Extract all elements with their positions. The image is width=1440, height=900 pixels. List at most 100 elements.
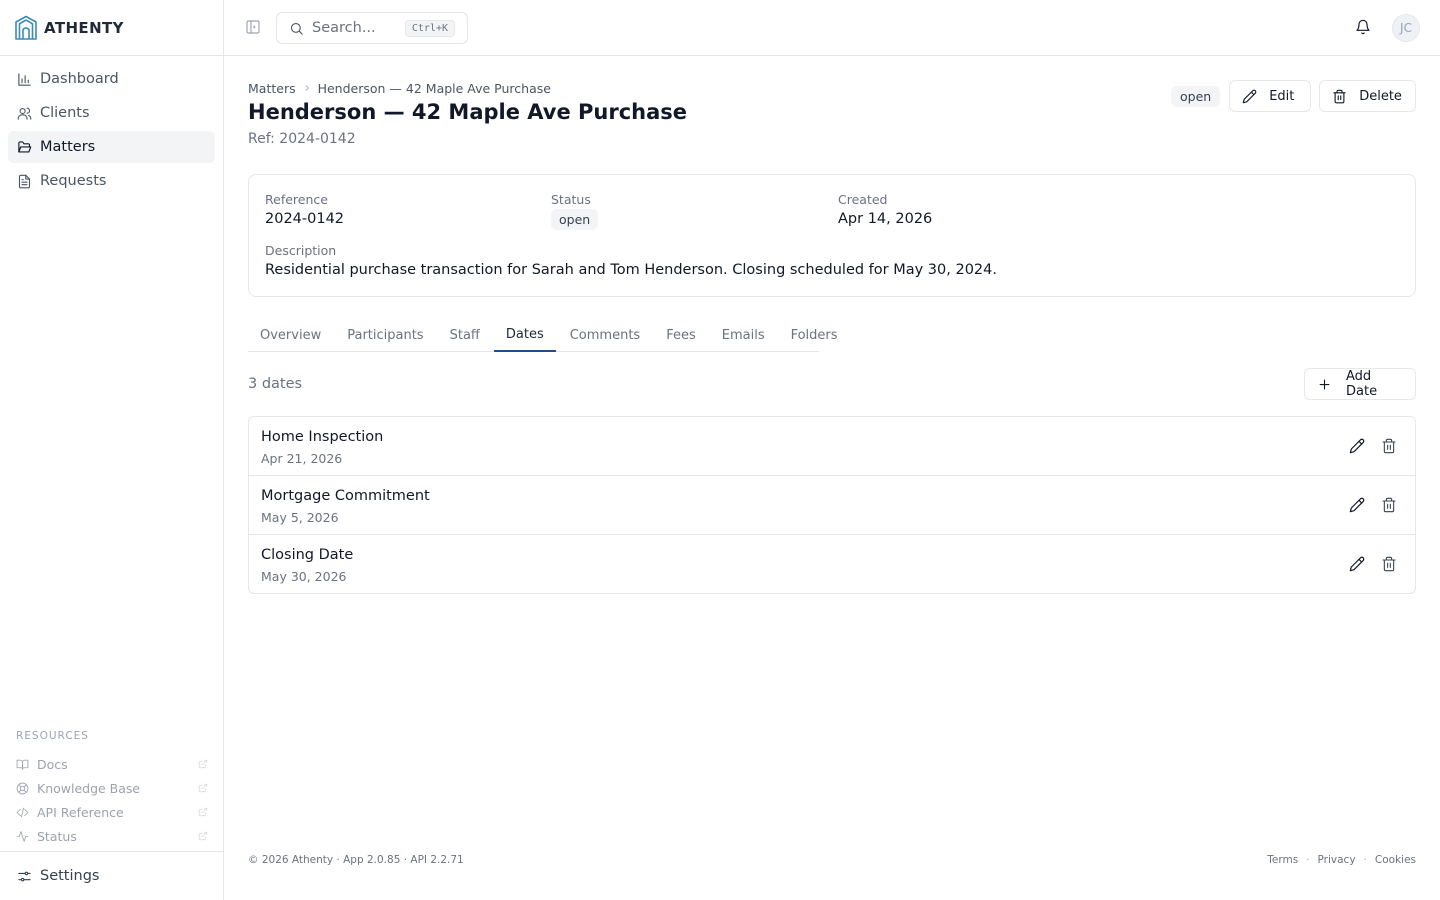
footer-separator: · xyxy=(1363,854,1367,866)
footer-version-info: © 2026 Athenty · App 2.0.85 · API 2.2.71 xyxy=(248,854,464,866)
reference-value: 2024-0142 xyxy=(265,211,345,227)
resource-label: Status xyxy=(37,828,77,844)
status-label: Status xyxy=(551,192,591,207)
date-title: Closing Date xyxy=(261,547,354,563)
sliders-icon xyxy=(17,869,32,884)
life-buoy-icon xyxy=(16,782,29,795)
list-item: Closing Date May 30, 2026 xyxy=(249,535,1415,593)
sidebar-item-label: Dashboard xyxy=(40,71,119,87)
resource-link-docs[interactable]: Docs xyxy=(16,752,208,776)
delete-date-button[interactable] xyxy=(1381,497,1397,513)
date-value: May 30, 2026 xyxy=(261,569,347,584)
resource-label: Knowledge Base xyxy=(37,780,141,796)
file-text-icon xyxy=(17,174,32,189)
edit-matter-button[interactable]: Edit xyxy=(1229,80,1312,112)
sidebar-item-clients[interactable]: Clients xyxy=(8,97,215,129)
notifications-button[interactable] xyxy=(1355,19,1373,37)
tab-fees[interactable]: Fees xyxy=(654,318,708,352)
sidebar-nav: Dashboard Clients Matters Requests xyxy=(8,63,215,199)
created-label: Created xyxy=(838,192,888,207)
trash-icon xyxy=(1381,497,1397,513)
status-badge: open xyxy=(1171,85,1221,107)
tab-comments[interactable]: Comments xyxy=(558,318,652,352)
resource-link-knowledge-base[interactable]: Knowledge Base xyxy=(16,776,208,800)
add-date-label: Add Date xyxy=(1346,369,1378,399)
description-label: Description xyxy=(265,243,337,258)
athenty-logo-icon xyxy=(14,15,38,41)
resource-label: API Reference xyxy=(37,804,124,820)
tab-emails[interactable]: Emails xyxy=(710,318,777,352)
brand-name: ATHENTY xyxy=(44,19,124,37)
tab-dates[interactable]: Dates xyxy=(493,318,556,352)
bell-icon xyxy=(1355,19,1373,35)
users-icon xyxy=(17,106,32,121)
breadcrumb-link-matters[interactable]: Matters xyxy=(248,81,296,96)
reference-label: Reference xyxy=(265,192,328,207)
external-link-icon xyxy=(198,759,208,769)
breadcrumb: Matters Henderson — 42 Maple Ave Purchas… xyxy=(248,80,551,96)
bar-chart-icon xyxy=(17,72,32,87)
sidebar-item-matters[interactable]: Matters xyxy=(8,131,215,163)
search-icon xyxy=(289,21,304,36)
search-shortcut-hint: Ctrl+K xyxy=(404,19,455,37)
tab-participants[interactable]: Participants xyxy=(335,318,435,352)
folder-open-icon xyxy=(17,140,32,155)
delete-label: Delete xyxy=(1359,88,1402,104)
footer-separator: · xyxy=(1306,854,1310,866)
add-date-button[interactable]: Add Date xyxy=(1304,368,1416,400)
chevron-right-icon xyxy=(302,83,312,93)
resources-heading: RESOURCES xyxy=(16,730,89,742)
tab-folders[interactable]: Folders xyxy=(779,318,850,352)
sidebar-item-dashboard[interactable]: Dashboard xyxy=(8,63,215,95)
edit-date-button[interactable] xyxy=(1349,438,1365,454)
book-open-icon xyxy=(16,758,29,771)
activity-icon xyxy=(16,830,29,843)
tab-overview[interactable]: Overview xyxy=(248,318,333,352)
pencil-icon xyxy=(1349,497,1365,513)
external-link-icon xyxy=(198,831,208,841)
delete-date-button[interactable] xyxy=(1381,438,1397,454)
footer-link-privacy[interactable]: Privacy xyxy=(1318,854,1356,866)
tab-staff[interactable]: Staff xyxy=(438,318,492,352)
delete-matter-button[interactable]: Delete xyxy=(1319,80,1417,112)
external-link-icon xyxy=(198,807,208,817)
matter-tabs: Overview Participants Staff Dates Commen… xyxy=(248,318,838,352)
brand[interactable]: ATHENTY xyxy=(14,14,124,42)
edit-date-button[interactable] xyxy=(1349,556,1365,572)
settings-link[interactable]: Settings xyxy=(17,864,99,888)
footer-link-cookies[interactable]: Cookies xyxy=(1375,854,1416,866)
page-title: Henderson — 42 Maple Ave Purchase xyxy=(248,100,688,124)
header-actions: open Edit Delete xyxy=(1171,80,1417,112)
breadcrumb-current: Henderson — 42 Maple Ave Purchase xyxy=(317,80,551,96)
sidebar-item-label: Matters xyxy=(40,139,96,155)
list-item: Mortgage Commitment May 5, 2026 xyxy=(249,476,1415,535)
edit-date-button[interactable] xyxy=(1349,497,1365,513)
resource-link-api-reference[interactable]: API Reference xyxy=(16,800,208,824)
pencil-icon xyxy=(1349,438,1365,454)
resource-link-status[interactable]: Status xyxy=(16,824,208,848)
pencil-icon xyxy=(1242,89,1261,104)
dates-count: 3 dates xyxy=(248,376,303,392)
footer-links: Terms · Privacy · Cookies xyxy=(1267,854,1416,866)
delete-date-button[interactable] xyxy=(1381,556,1397,572)
resource-label: Docs xyxy=(37,756,68,772)
date-title: Home Inspection xyxy=(261,429,384,445)
created-value: Apr 14, 2026 xyxy=(838,211,933,227)
date-value: May 5, 2026 xyxy=(261,510,339,525)
sidebar-item-label: Requests xyxy=(40,173,107,189)
sidebar-item-requests[interactable]: Requests xyxy=(8,165,215,197)
resources-section: RESOURCES Docs Knowledge Base API Refere… xyxy=(16,730,208,848)
trash-icon xyxy=(1381,556,1397,572)
search-placeholder: Search... xyxy=(312,20,376,36)
sidebar: ATHENTY Dashboard Clients Matters Reques… xyxy=(0,0,224,900)
search-input[interactable]: Search... Ctrl+K xyxy=(276,12,468,44)
sidebar-divider xyxy=(0,851,224,852)
trash-icon xyxy=(1381,438,1397,454)
pencil-icon xyxy=(1349,556,1365,572)
matter-details-card: Reference 2024-0142 Status open Created … xyxy=(248,174,1416,297)
settings-label: Settings xyxy=(40,868,100,884)
sidebar-toggle-button[interactable] xyxy=(245,19,263,37)
date-value: Apr 21, 2026 xyxy=(261,451,343,466)
avatar[interactable]: JC xyxy=(1392,14,1420,42)
footer-link-terms[interactable]: Terms xyxy=(1267,854,1298,866)
